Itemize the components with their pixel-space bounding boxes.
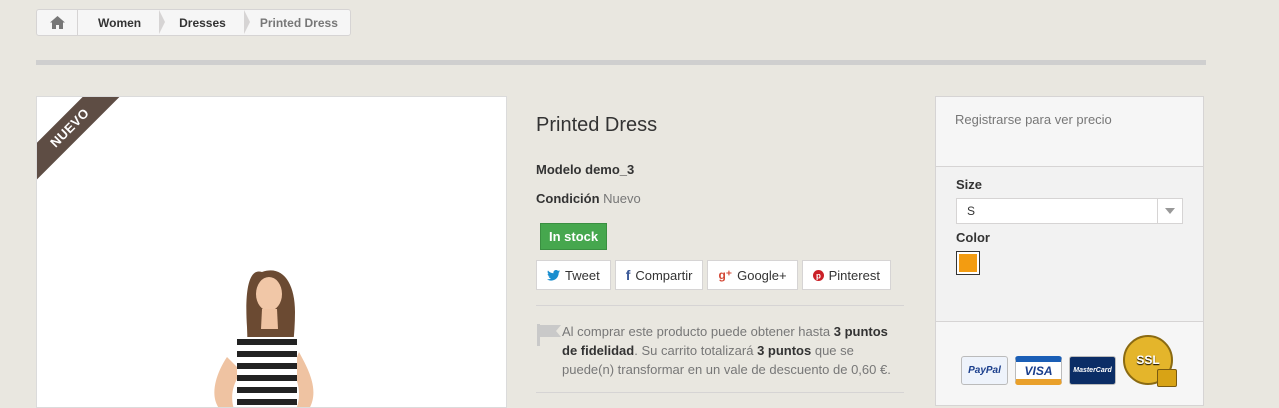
product-condition: Condición Nuevo (536, 191, 641, 206)
visa-logo: VISA (1015, 356, 1062, 385)
buy-box: Registrarse para ver precio Size S Color… (935, 96, 1204, 406)
loyalty-text: Al comprar este producto puede obtener h… (562, 322, 904, 379)
breadcrumb-home[interactable] (37, 10, 78, 35)
price-box: Registrarse para ver precio (936, 97, 1203, 167)
breadcrumb-dresses[interactable]: Dresses (159, 10, 250, 35)
google-plus-button[interactable]: g⁺ Google+ (707, 260, 798, 290)
tweet-button[interactable]: Tweet (536, 260, 611, 290)
mastercard-logo: MasterCard (1069, 356, 1116, 385)
color-label: Color (956, 230, 990, 245)
breadcrumb-dresses-label: Dresses (179, 15, 226, 30)
divider (36, 60, 1206, 65)
home-icon (49, 16, 65, 29)
color-swatch-fill (959, 254, 977, 272)
twitter-icon (547, 269, 560, 281)
size-value: S (967, 204, 976, 218)
paypal-logo: PayPal (961, 356, 1008, 385)
size-label: Size (956, 177, 983, 192)
breadcrumb-women-label: Women (98, 15, 142, 30)
product-model: Modelo demo_3 (536, 162, 634, 177)
tweet-label: Tweet (565, 267, 600, 283)
ssl-label: SSL (1136, 353, 1160, 367)
chevron-down-icon (1157, 199, 1182, 223)
color-swatch-orange[interactable] (956, 251, 980, 275)
loyalty-text-2: . Su carrito totalizará (634, 343, 758, 358)
condition-label: Condición (536, 191, 600, 206)
loyalty-text-1: Al comprar este producto puede obtener h… (562, 324, 834, 339)
stock-badge: In stock (540, 223, 608, 250)
payment-logos: PayPal VISA MasterCard SSL (961, 335, 1177, 387)
lock-icon (1157, 369, 1177, 387)
google-plus-label: Google+ (737, 267, 787, 283)
model-label: Modelo (536, 162, 582, 177)
ssl-seal: SSL (1123, 335, 1177, 387)
svg-text:p: p (816, 271, 821, 280)
pinterest-button[interactable]: p Pinterest (801, 260, 891, 290)
loyalty-info: Al comprar este producto puede obtener h… (536, 322, 904, 379)
attributes-box: Size S Color (936, 167, 1203, 322)
size-select[interactable]: S (956, 198, 1183, 224)
flag-icon (536, 322, 562, 379)
breadcrumb-separator (243, 10, 250, 34)
share-buttons: Tweet f Compartir g⁺ Google+ p Pinterest (536, 260, 891, 290)
divider (536, 392, 904, 393)
divider (536, 305, 904, 306)
condition-value: Nuevo (603, 191, 641, 206)
google-plus-icon: g⁺ (718, 268, 733, 282)
model-value: demo_3 (585, 162, 635, 177)
facebook-label: Compartir (635, 267, 693, 283)
product-image[interactable]: NUEVO (36, 96, 507, 408)
model-photo (214, 270, 314, 407)
loyalty-points-2: 3 puntos (757, 343, 812, 358)
facebook-share-button[interactable]: f Compartir (614, 260, 704, 290)
breadcrumb: Women Dresses Printed Dress (36, 9, 351, 36)
product-title: Printed Dress (536, 114, 658, 136)
breadcrumb-women[interactable]: Women (78, 10, 166, 35)
breadcrumb-current: Printed Dress (259, 15, 338, 30)
pinterest-label: Pinterest (828, 267, 880, 283)
facebook-icon: f (625, 267, 631, 283)
pinterest-icon: p (812, 269, 824, 281)
